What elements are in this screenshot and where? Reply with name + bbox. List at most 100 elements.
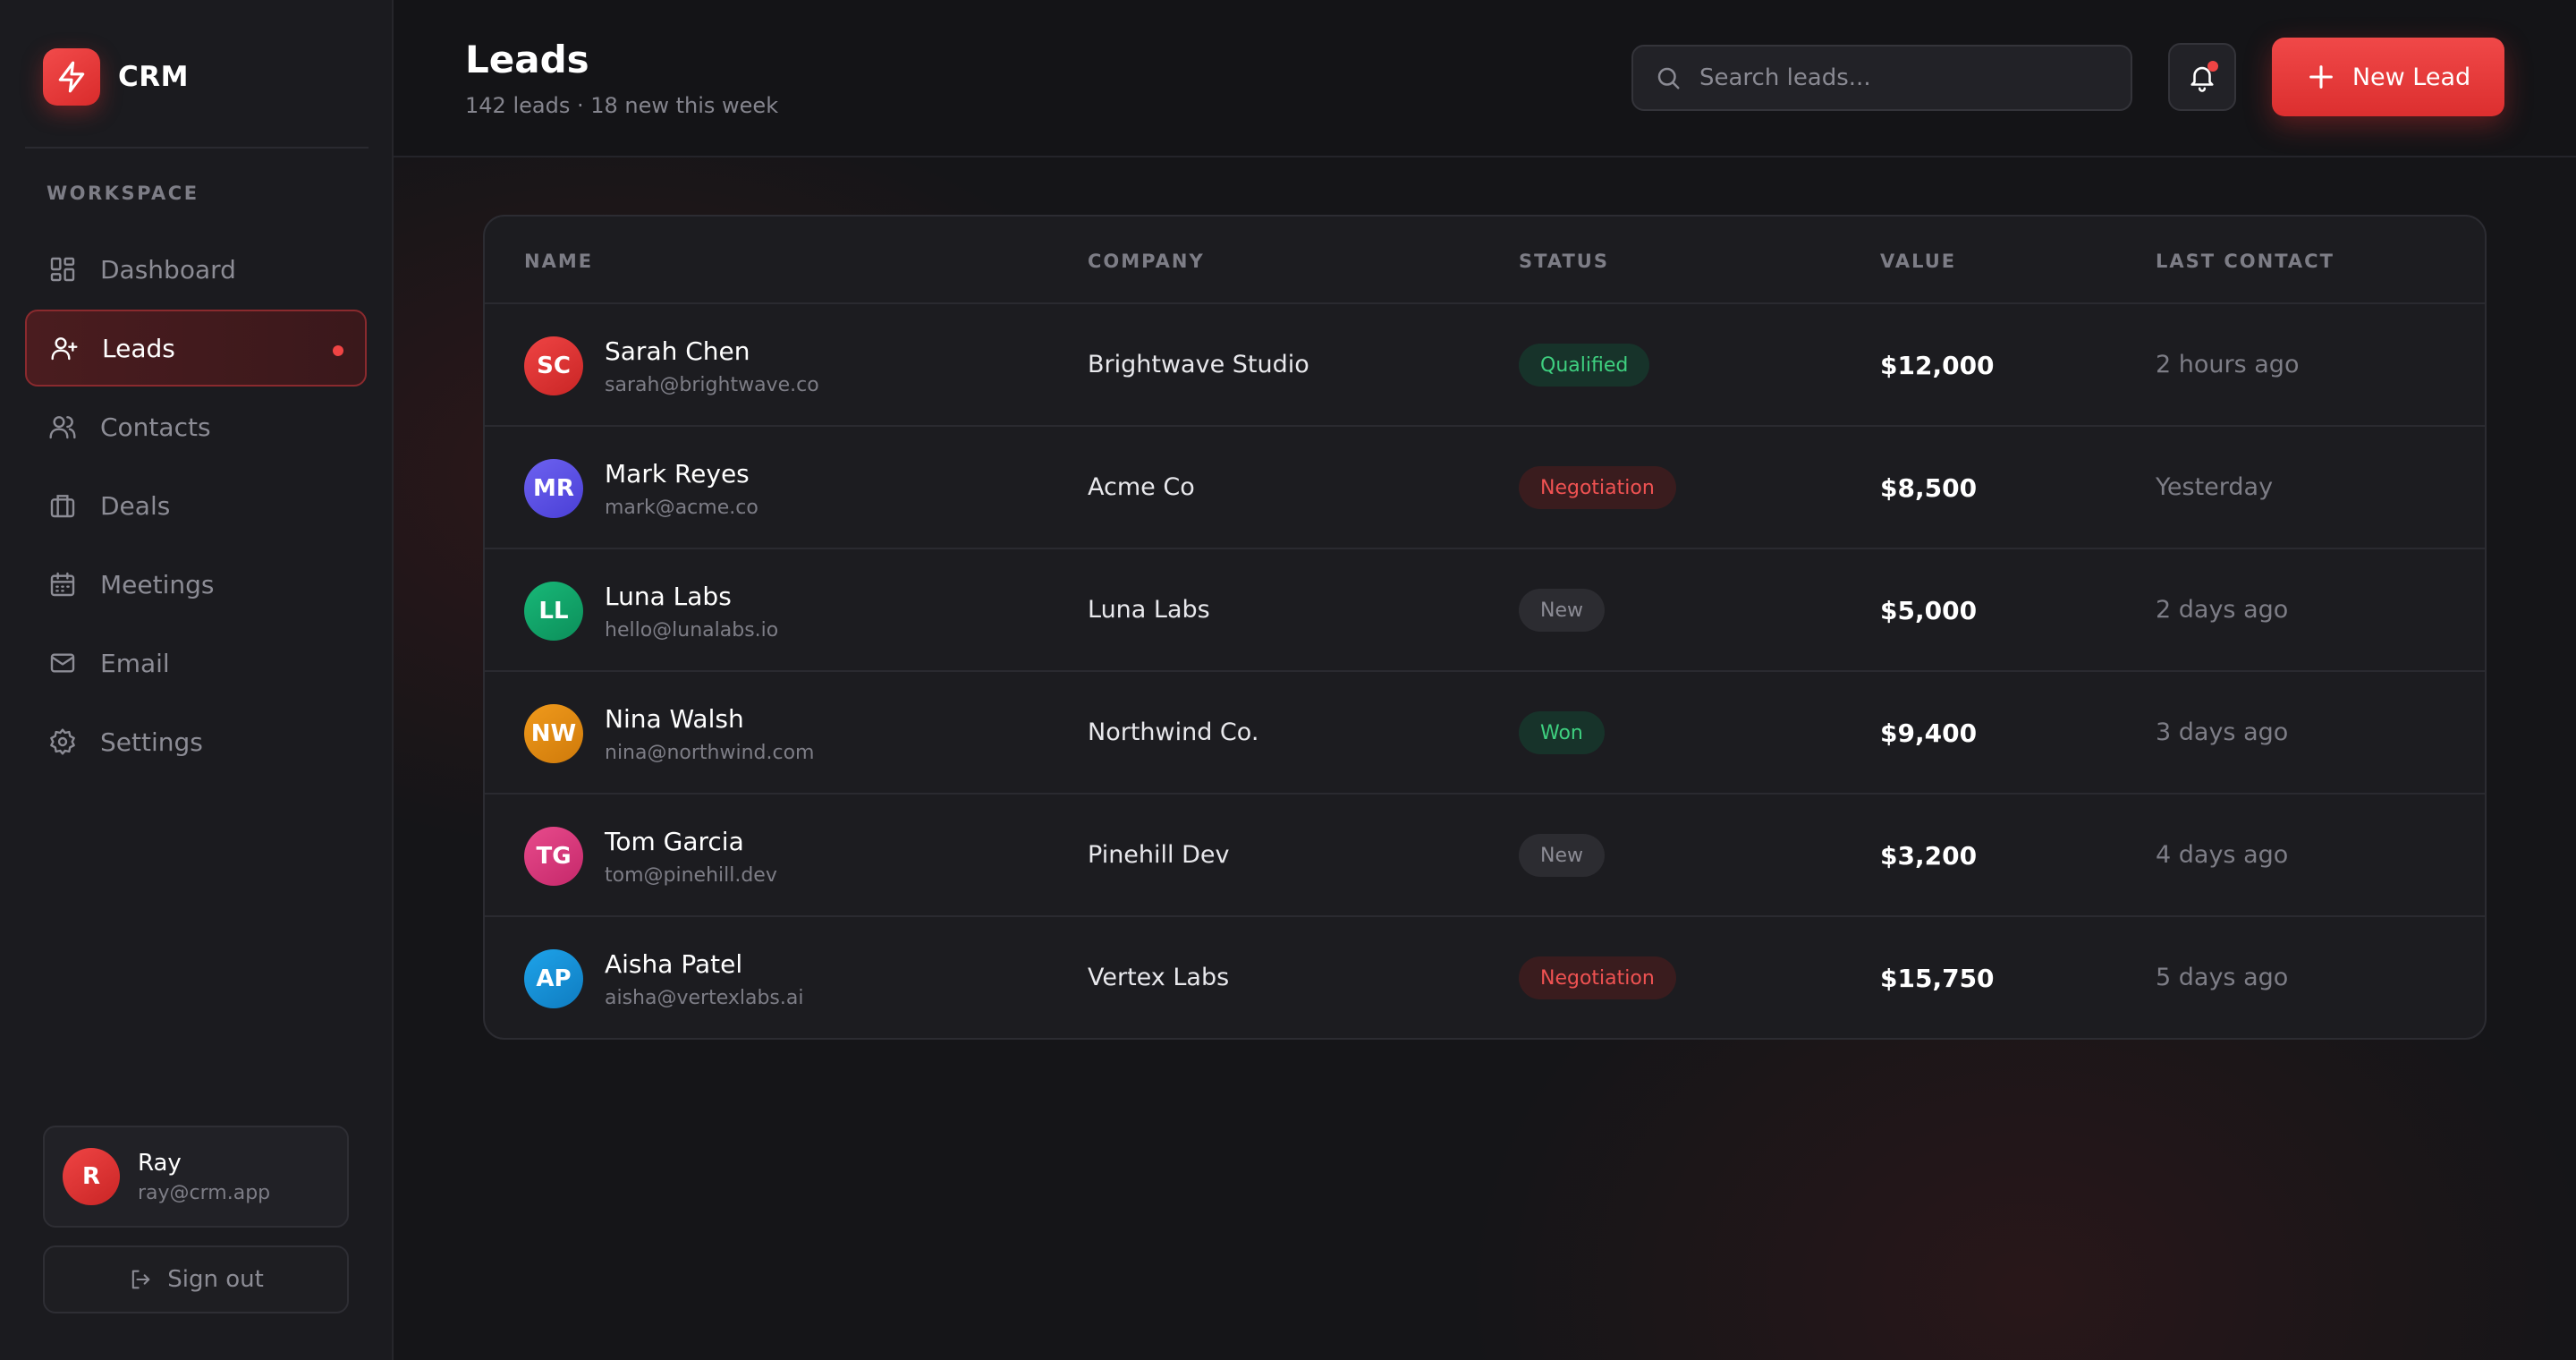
lead-company: Vertex Labs <box>1088 964 1230 991</box>
search-icon <box>1655 64 1682 91</box>
sidebar-item-label: Email <box>100 648 170 678</box>
avatar: NW <box>524 704 583 763</box>
sign-out-label: Sign out <box>167 1266 264 1293</box>
page-title: Leads <box>465 38 589 81</box>
last-contact: Yesterday <box>2156 473 2274 501</box>
table-row[interactable]: SC Sarah Chen sarah@brightwave.co Bright… <box>485 304 2485 427</box>
sidebar-item-email[interactable]: Email <box>25 625 367 701</box>
sidebar-item-contacts[interactable]: Contacts <box>25 388 367 465</box>
avatar: R <box>63 1148 120 1205</box>
last-contact: 2 days ago <box>2156 596 2289 624</box>
lead-email: tom@pinehill.dev <box>605 864 777 887</box>
table-row[interactable]: TG Tom Garcia tom@pinehill.dev Pinehill … <box>485 795 2485 917</box>
sidebar-item-label: Settings <box>100 727 203 757</box>
top-bar: Leads 142 leads · 18 new this week New L… <box>394 0 2576 157</box>
lead-company: Northwind Co. <box>1088 718 1259 746</box>
status-badge: Negotiation <box>1519 466 1676 509</box>
column-header-value[interactable]: VALUE <box>1880 251 1956 272</box>
sidebar-item-meetings[interactable]: Meetings <box>25 546 367 623</box>
lead-name: Tom Garcia <box>605 827 744 856</box>
briefcase-icon <box>47 489 79 522</box>
last-contact: 4 days ago <box>2156 841 2289 869</box>
sidebar-item-label: Contacts <box>100 412 211 442</box>
status-badge: New <box>1519 834 1605 877</box>
lead-value: $8,500 <box>1880 473 1978 503</box>
calendar-icon <box>47 568 79 600</box>
sidebar-nav: Dashboard Leads Contacts Deals Meetings … <box>25 231 367 782</box>
page-subtitle: 142 leads · 18 new this week <box>465 93 779 118</box>
lead-name: Nina Walsh <box>605 704 744 734</box>
user-meta: Ray ray@crm.app <box>138 1150 270 1204</box>
sidebar-divider <box>25 147 369 149</box>
search-box[interactable] <box>1631 45 2132 111</box>
lead-name: Sarah Chen <box>605 336 750 366</box>
table-row[interactable]: NW Nina Walsh nina@northwind.com Northwi… <box>485 672 2485 795</box>
lead-email: mark@acme.co <box>605 497 758 519</box>
avatar: MR <box>524 459 583 518</box>
sidebar-item-dashboard[interactable]: Dashboard <box>25 231 367 308</box>
table-row[interactable]: MR Mark Reyes mark@acme.co Acme Co Negot… <box>485 427 2485 549</box>
active-indicator-dot <box>333 345 343 356</box>
sidebar-item-deals[interactable]: Deals <box>25 467 367 544</box>
new-lead-label: New Lead <box>2351 63 2471 91</box>
lead-email: nina@northwind.com <box>605 742 815 764</box>
avatar: AP <box>524 949 583 1008</box>
user-email: ray@crm.app <box>138 1181 271 1204</box>
column-header-last-contact[interactable]: LAST CONTACT <box>2156 251 2334 272</box>
lead-company: Pinehill Dev <box>1088 841 1230 869</box>
status-badge: Negotiation <box>1519 956 1676 999</box>
mail-icon <box>47 647 79 679</box>
lead-email: hello@lunalabs.io <box>605 619 779 642</box>
last-contact: 2 hours ago <box>2156 351 2300 378</box>
lead-name: Mark Reyes <box>605 459 750 489</box>
last-contact: 5 days ago <box>2156 964 2289 991</box>
column-header-status[interactable]: STATUS <box>1519 251 1609 272</box>
lead-company: Acme Co <box>1088 473 1195 501</box>
users-icon <box>47 411 79 443</box>
user-plus-icon <box>48 332 80 364</box>
plus-icon <box>2306 62 2336 92</box>
user-name: Ray <box>138 1149 182 1177</box>
leads-table: NAME COMPANY STATUS VALUE LAST CONTACT S… <box>483 215 2487 1040</box>
lead-value: $3,200 <box>1880 841 1978 871</box>
section-label: WORKSPACE <box>47 183 199 204</box>
sidebar-item-label: Leads <box>102 333 175 363</box>
new-lead-button[interactable]: New Lead <box>2272 38 2504 116</box>
lead-email: aisha@vertexlabs.ai <box>605 987 804 1009</box>
sidebar-item-label: Meetings <box>100 569 215 599</box>
grid-icon <box>47 253 79 285</box>
lead-value: $12,000 <box>1880 351 1995 380</box>
notifications-button[interactable] <box>2168 43 2236 111</box>
sidebar: CRM WORKSPACE Dashboard Leads Contacts D… <box>0 0 394 1360</box>
avatar: SC <box>524 336 583 395</box>
lead-company: Brightwave Studio <box>1088 351 1309 378</box>
lead-company: Luna Labs <box>1088 596 1210 624</box>
lightning-logo-icon <box>43 48 100 106</box>
avatar: LL <box>524 582 583 641</box>
status-badge: Qualified <box>1519 344 1650 387</box>
sign-out-button[interactable]: Sign out <box>43 1245 349 1313</box>
last-contact: 3 days ago <box>2156 718 2289 746</box>
search-input[interactable] <box>1699 64 2111 91</box>
brand-name: CRM <box>118 61 189 93</box>
brand[interactable]: CRM <box>43 48 189 106</box>
sidebar-item-leads[interactable]: Leads <box>25 310 367 387</box>
status-badge: Won <box>1519 711 1605 754</box>
user-card[interactable]: R Ray ray@crm.app <box>43 1126 349 1228</box>
gear-icon <box>47 726 79 758</box>
sidebar-item-label: Dashboard <box>100 254 236 285</box>
avatar: TG <box>524 827 583 886</box>
notification-dot <box>2207 61 2218 72</box>
sidebar-item-label: Deals <box>100 490 171 521</box>
sidebar-item-settings[interactable]: Settings <box>25 703 367 780</box>
lead-value: $9,400 <box>1880 718 1978 748</box>
column-header-name[interactable]: NAME <box>524 251 593 272</box>
lead-name: Aisha Patel <box>605 949 743 979</box>
logout-icon <box>128 1267 153 1292</box>
main-content: Leads 142 leads · 18 new this week New L… <box>394 0 2576 1360</box>
lead-value: $15,750 <box>1880 964 1995 993</box>
table-row[interactable]: LL Luna Labs hello@lunalabs.io Luna Labs… <box>485 549 2485 672</box>
table-row[interactable]: AP Aisha Patel aisha@vertexlabs.ai Verte… <box>485 917 2485 1038</box>
column-header-company[interactable]: COMPANY <box>1088 251 1205 272</box>
lead-value: $5,000 <box>1880 596 1978 625</box>
